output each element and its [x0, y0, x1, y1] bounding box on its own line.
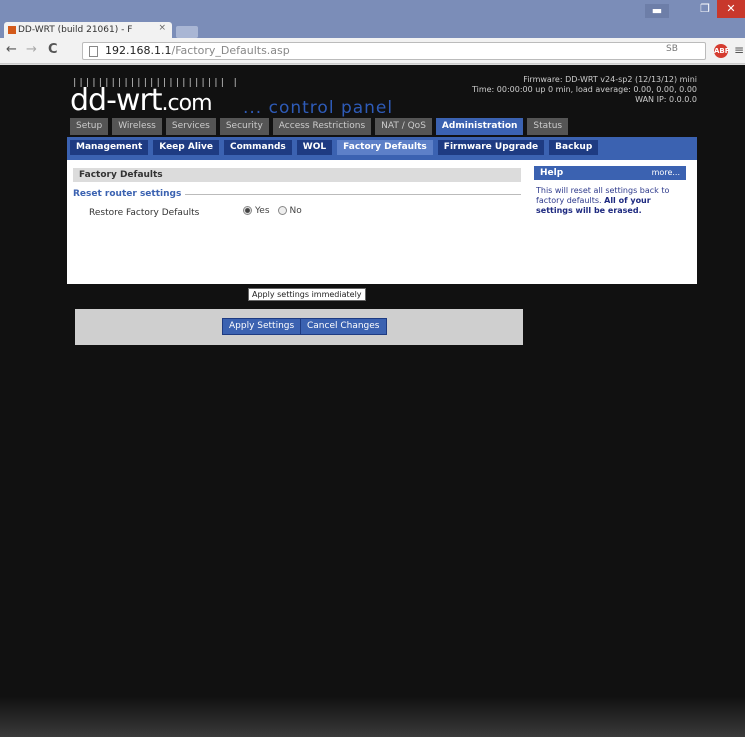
radio-no[interactable]: No: [277, 206, 302, 216]
restore-defaults-label: Restore Factory Defaults: [89, 208, 200, 218]
new-tab-button[interactable]: [176, 26, 198, 38]
tab-setup[interactable]: Setup: [70, 118, 109, 135]
tab-nat-qos[interactable]: NAT / QoS: [375, 118, 432, 135]
reload-icon[interactable]: C: [48, 42, 58, 57]
firmware-info: Firmware: DD-WRT v24-sp2 (12/13/12) mini…: [397, 75, 697, 105]
viewport-bottom-fade: [0, 697, 745, 737]
button-bar: Apply Settings Cancel Changes: [75, 309, 523, 345]
page-viewport: |||||||||||||||||||||||| | dd-wrt.com ..…: [0, 65, 745, 737]
help-header: Help more...: [534, 166, 686, 180]
tab-status[interactable]: Status: [527, 118, 569, 135]
time-line: Time: 00:00:00 up 0 min, load average: 0…: [471, 85, 697, 94]
firmware-line: Firmware: DD-WRT v24-sp2 (12/13/12) mini: [523, 75, 697, 84]
tab-close-icon[interactable]: ×: [158, 23, 166, 33]
subtab-wol[interactable]: WOL: [296, 140, 333, 155]
forward-icon[interactable]: →: [26, 42, 37, 57]
browser-titlebar: DD-WRT (build 21061) - F × ▬ ❐ ✕: [0, 0, 745, 38]
tab-administration[interactable]: Administration: [435, 118, 524, 135]
close-window-button[interactable]: ✕: [717, 0, 745, 18]
extension-icon[interactable]: ABP: [714, 44, 730, 58]
subtab-factory-defaults[interactable]: Factory Defaults: [337, 140, 433, 155]
apply-tooltip: Apply settings immediately: [248, 288, 366, 301]
url-host: 192.168.1.1: [105, 44, 172, 57]
page-icon: [89, 46, 98, 57]
fieldset-legend: Reset router settings: [73, 189, 182, 199]
subtab-keep-alive[interactable]: Keep Alive: [153, 140, 219, 155]
browser-tab[interactable]: DD-WRT (build 21061) - F ×: [4, 22, 172, 38]
url-path: /Factory_Defaults.asp: [171, 44, 290, 57]
content-panel: Factory Defaults Reset router settings R…: [67, 160, 697, 345]
help-text: This will reset all settings back to fac…: [536, 186, 670, 215]
subtab-firmware-upgrade[interactable]: Firmware Upgrade: [437, 140, 545, 155]
radio-yes[interactable]: Yes: [243, 206, 270, 216]
subtab-backup[interactable]: Backup: [549, 140, 599, 155]
tagline: ... control panel: [243, 98, 394, 118]
radio-yes-button[interactable]: [243, 206, 252, 215]
restore-defaults-radio-group: Yes No: [243, 206, 302, 216]
ddwrt-logo: dd-wrt.com: [70, 83, 213, 118]
help-more-link[interactable]: more...: [652, 168, 680, 177]
tab-services[interactable]: Services: [165, 118, 216, 135]
extension-label[interactable]: SB: [666, 44, 678, 54]
section-title: Factory Defaults: [73, 168, 521, 182]
minimize-button[interactable]: ▬: [645, 4, 669, 18]
maximize-button[interactable]: ❐: [693, 0, 717, 18]
tab-access-restrictions[interactable]: Access Restrictions: [272, 118, 372, 135]
address-bar[interactable]: 192.168.1.1/Factory_Defaults.asp: [82, 42, 706, 60]
wan-line: WAN IP: 0.0.0.0: [635, 95, 697, 104]
legend-divider: [185, 194, 521, 195]
apply-settings-button[interactable]: Apply Settings: [222, 318, 302, 335]
subtab-management[interactable]: Management: [70, 140, 149, 155]
tab-security[interactable]: Security: [219, 118, 269, 135]
tab-wireless[interactable]: Wireless: [112, 118, 162, 135]
browser-toolbar: ← → C 192.168.1.1/Factory_Defaults.asp S…: [0, 38, 745, 64]
back-icon[interactable]: ←: [6, 42, 17, 57]
main-tabs: Setup Wireless Services Security Access …: [70, 118, 569, 135]
radio-no-button[interactable]: [277, 206, 287, 215]
help-title: Help: [540, 168, 564, 178]
favicon-icon: [8, 26, 16, 34]
subtab-commands[interactable]: Commands: [223, 140, 292, 155]
cancel-changes-button[interactable]: Cancel Changes: [300, 318, 387, 335]
sub-tabs: Management Keep Alive Commands WOL Facto…: [67, 137, 697, 160]
menu-icon[interactable]: ≡: [734, 43, 744, 57]
tab-title: DD-WRT (build 21061) - F: [18, 25, 133, 35]
